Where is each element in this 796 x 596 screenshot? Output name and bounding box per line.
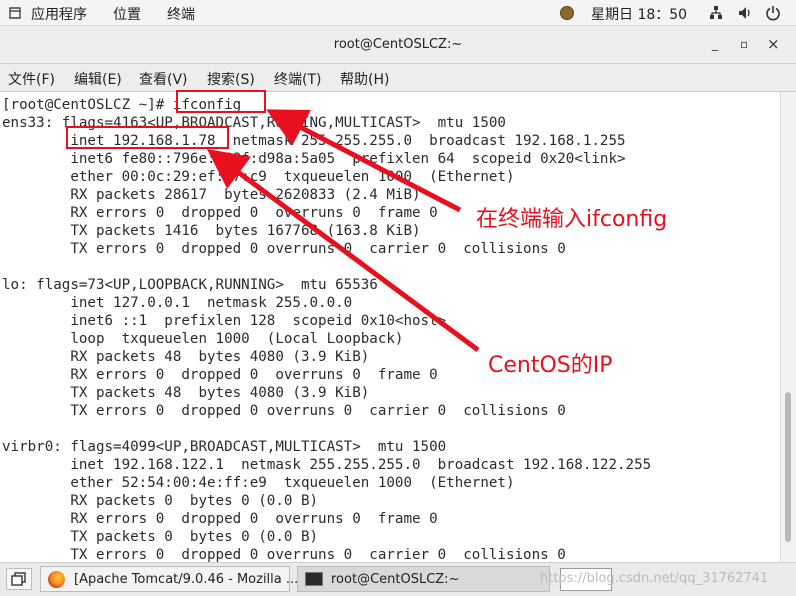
menu-edit[interactable]: 编辑(E) <box>74 69 122 89</box>
close-button[interactable]: × <box>767 35 780 53</box>
taskbar-item-firefox[interactable]: [Apache Tomcat/9.0.46 - Mozilla ... <box>40 566 298 592</box>
menu-view[interactable]: 查看(V) <box>139 69 188 89</box>
menu-help[interactable]: 帮助(H) <box>340 69 389 89</box>
terminal-line: RX packets 28617 bytes 2620833 (2.4 MiB) <box>2 187 421 203</box>
scrollbar-thumb[interactable] <box>785 392 791 542</box>
minimize-button[interactable]: _ <box>712 37 718 51</box>
applications-menu[interactable]: 应用程序 <box>31 4 87 24</box>
terminal-line: TX packets 0 bytes 0 (0.0 B) <box>2 529 319 545</box>
taskbar-item-label: root@CentOSLCZ:~ <box>331 572 460 587</box>
terminal-line: lo: flags=73<UP,LOOPBACK,RUNNING> mtu 65… <box>2 277 378 293</box>
taskbar-item-label: [Apache Tomcat/9.0.46 - Mozilla ... <box>74 572 299 587</box>
terminal-line: RX packets 48 bytes 4080 (3.9 KiB) <box>2 349 370 365</box>
terminal-line: loop txqueuelen 1000 (Local Loopback) <box>2 331 404 347</box>
terminal-scrollbar[interactable] <box>780 92 796 562</box>
terminal-line: RX errors 0 dropped 0 overruns 0 frame 0 <box>2 205 438 221</box>
terminal-line: inet6 fe80::796e:988f:d98a:5a05 prefixle… <box>2 151 626 167</box>
terminal-prompt: [root@CentOSLCZ ~]# <box>2 97 173 113</box>
network-icon[interactable] <box>709 5 723 21</box>
clock[interactable]: 星期日 18：50 <box>591 4 687 24</box>
watermark-text: https://blog.csdn.net/qq_31762741 <box>540 571 769 586</box>
power-icon[interactable] <box>765 5 781 21</box>
avatar-icon[interactable] <box>560 6 574 20</box>
menu-terminal[interactable]: 终端(T) <box>274 69 321 89</box>
maximize-button[interactable]: ▫ <box>740 37 748 51</box>
terminal-command: ifconfig <box>172 97 242 113</box>
terminal-line: RX packets 0 bytes 0 (0.0 B) <box>2 493 319 509</box>
applications-icon[interactable] <box>9 7 21 19</box>
terminal-line: inet 192.168.1.78 netmask 255.255.255.0 … <box>2 133 626 149</box>
terminal-line: virbr0: flags=4099<UP,BROADCAST,MULTICAS… <box>2 439 447 455</box>
terminal-line: RX errors 0 dropped 0 overruns 0 frame 0 <box>2 511 438 527</box>
places-menu[interactable]: 位置 <box>113 4 141 24</box>
terminal-line: inet 127.0.0.1 netmask 255.0.0.0 <box>2 295 353 311</box>
terminal-line: inet 192.168.122.1 netmask 255.255.255.0… <box>2 457 652 473</box>
terminal-line: inet6 ::1 prefixlen 128 scopeid 0x10<hos… <box>2 313 447 329</box>
menu-file[interactable]: 文件(F) <box>8 69 55 89</box>
volume-icon[interactable] <box>737 5 751 21</box>
window-title: root@CentOSLCZ:~ <box>333 37 463 52</box>
terminal-line: ether 00:0c:29:ef:c7:c9 txqueuelen 1000 … <box>2 169 515 185</box>
terminal-line: TX packets 1416 bytes 167768 (163.8 KiB) <box>2 223 421 239</box>
terminal-text: [root@CentOSLCZ ~]# ifconfig ens33: flag… <box>2 96 651 562</box>
menu-bar: 文件(F) 编辑(E) 查看(V) 搜索(S) 终端(T) 帮助(H) <box>0 64 796 92</box>
show-desktop-icon <box>11 572 26 586</box>
terminal-app-menu[interactable]: 终端 <box>167 4 195 24</box>
top-panel: 应用程序 位置 终端 星期日 18：50 <box>0 0 796 26</box>
terminal-line: TX errors 0 dropped 0 overruns 0 carrier… <box>2 241 566 257</box>
terminal-output[interactable]: [root@CentOSLCZ ~]# ifconfig ens33: flag… <box>0 92 780 562</box>
bottom-taskbar: [Apache Tomcat/9.0.46 - Mozilla ... root… <box>0 562 796 596</box>
terminal-icon <box>305 572 323 586</box>
firefox-icon <box>48 571 65 588</box>
terminal-line: ether 52:54:00:4e:ff:e9 txqueuelen 1000 … <box>2 475 515 491</box>
terminal-line: RX errors 0 dropped 0 overruns 0 frame 0 <box>2 367 438 383</box>
terminal-line: ens33: flags=4163<UP,BROADCAST,RUNNING,M… <box>2 115 506 131</box>
show-desktop-button[interactable] <box>6 568 32 590</box>
menu-search[interactable]: 搜索(S) <box>207 69 255 89</box>
terminal-line: TX packets 48 bytes 4080 (3.9 KiB) <box>2 385 370 401</box>
terminal-line: TX errors 0 dropped 0 overruns 0 carrier… <box>2 547 566 562</box>
window-titlebar[interactable]: root@CentOSLCZ:~ _ ▫ × <box>0 26 796 64</box>
taskbar-item-terminal[interactable]: root@CentOSLCZ:~ <box>297 566 550 592</box>
terminal-line: TX errors 0 dropped 0 overruns 0 carrier… <box>2 403 566 419</box>
